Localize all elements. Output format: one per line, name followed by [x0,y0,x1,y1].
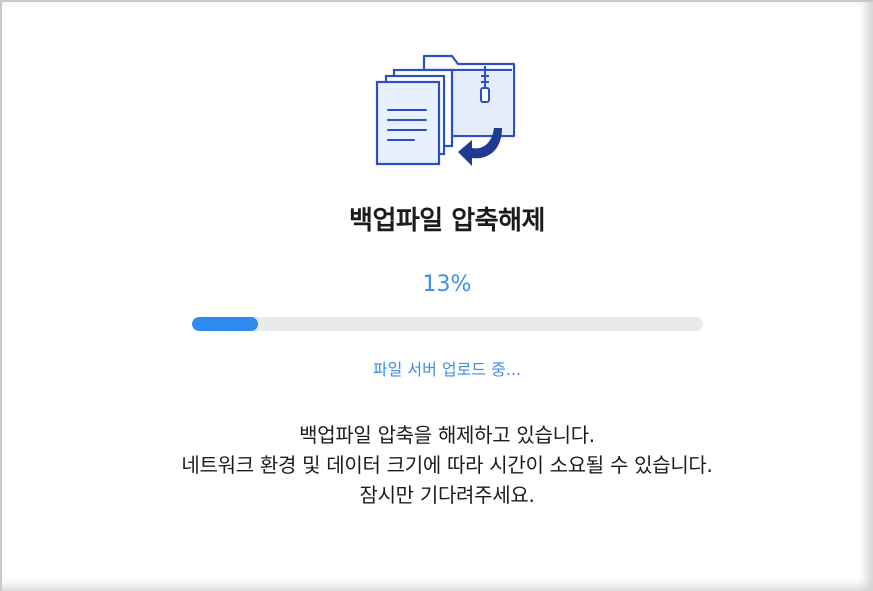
dialog-title: 백업파일 압축해제 [349,206,545,236]
progress-status-text: 파일 서버 업로드 중... [372,360,522,379]
info-message-line: 백업파일 압축을 해제하고 있습니다. [299,423,595,447]
progress-percent-label: 13% [422,272,472,297]
info-message-line: 네트워크 환경 및 데이터 크기에 따라 시간이 소요될 수 있습니다. [181,453,713,477]
extract-progress-dialog: 백업파일 압축해제 13% 파일 서버 업로드 중... 백업파일 압축을 해제… [0,0,873,591]
info-message-line: 잠시만 기다려주세요. [359,483,535,507]
info-message: 백업파일 압축을 해제하고 있습니다. 네트워크 환경 및 데이터 크기에 따라… [2,420,873,510]
progress-bar [192,317,703,331]
zip-folder-extract-icon [375,54,516,166]
progress-bar-fill [192,317,259,331]
